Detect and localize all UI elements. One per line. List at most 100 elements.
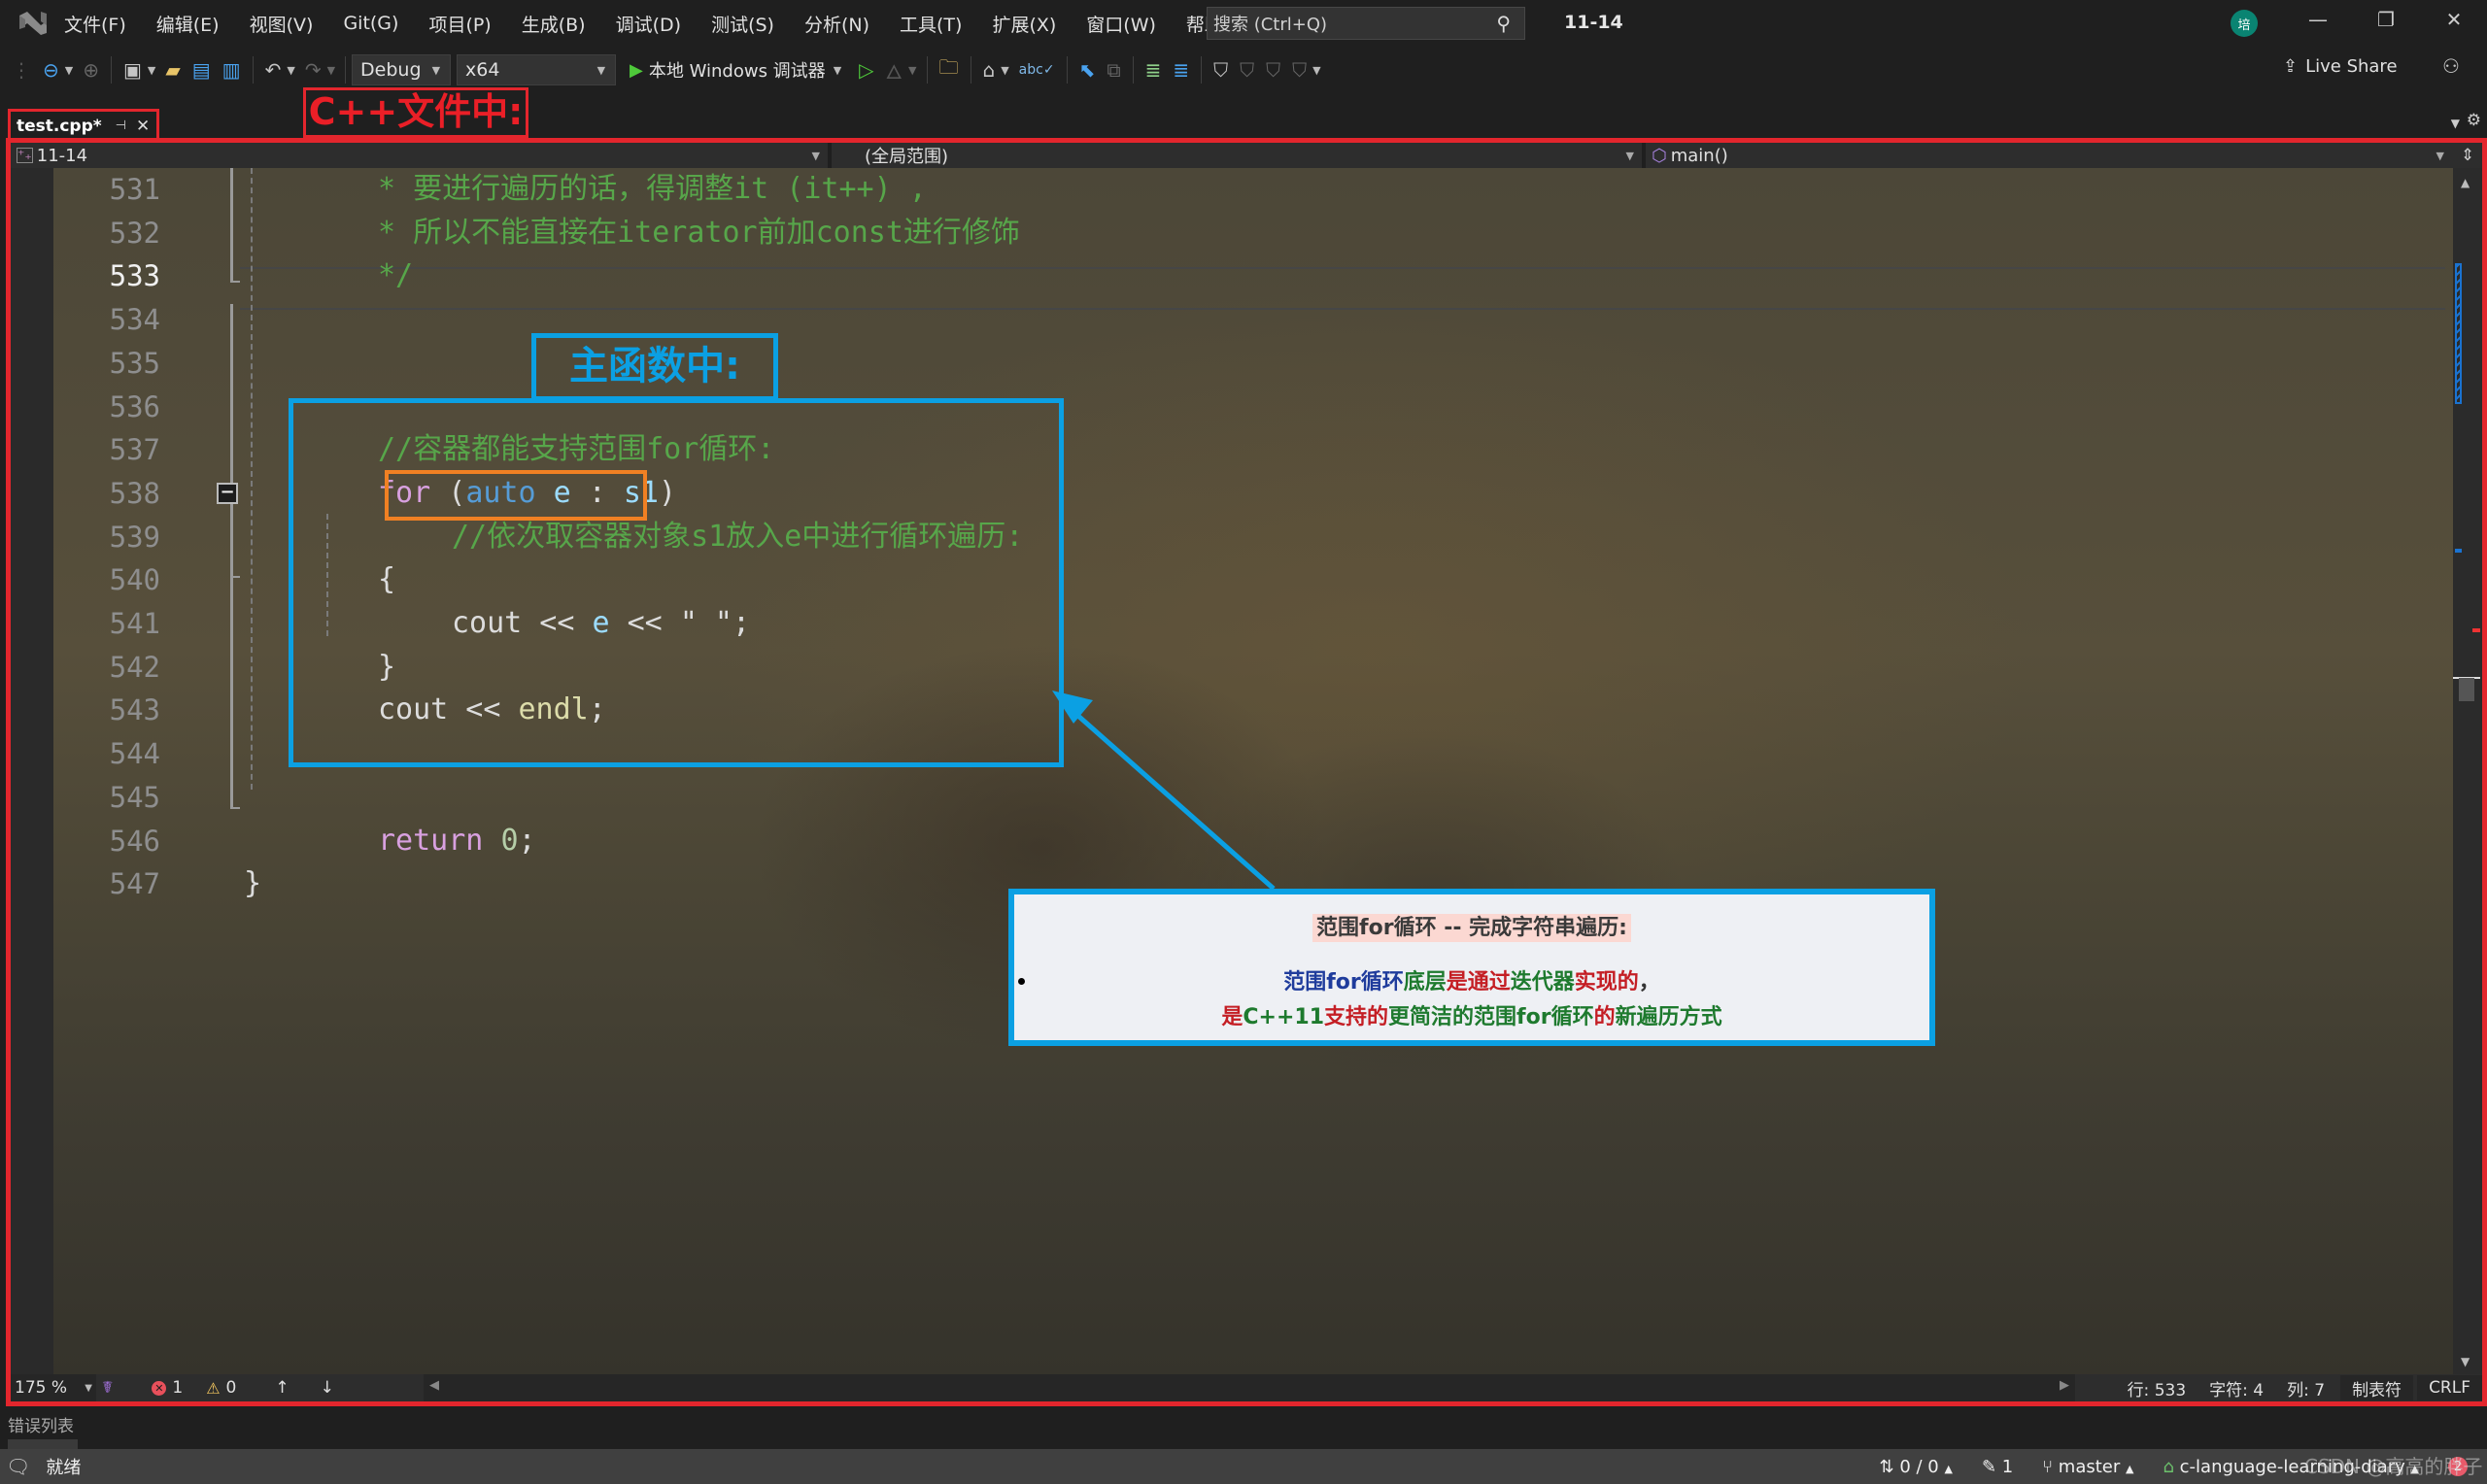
spell-check-icon[interactable]: abc✓	[1019, 62, 1055, 78]
run-label: 本地 Windows 调试器	[648, 61, 826, 82]
search-input[interactable]: 搜索 (Ctrl+Q) ⚲	[1207, 7, 1525, 40]
bookmark-icon[interactable]: ⛉	[1213, 58, 1228, 82]
line-indicator[interactable]: 行: 533	[2116, 1376, 2198, 1400]
live-share-button[interactable]: ⇪ Live Share	[2283, 56, 2398, 77]
scroll-down-icon[interactable]: ▼	[2461, 1355, 2470, 1368]
line-number: 537	[109, 433, 160, 467]
intellicode-icon[interactable]: ☤	[102, 1378, 113, 1398]
callout-segment: 更简洁的范围for循环	[1388, 1005, 1594, 1029]
pending-changes[interactable]: ✎ 1	[1982, 1457, 2013, 1477]
menu-extensions[interactable]: 扩展(X)	[992, 11, 1056, 37]
account-avatar[interactable]: 培	[2231, 10, 2258, 37]
code-editor[interactable]: 531 532 533 534 535 536 537 538 539 540 541 542 543 5…	[11, 168, 2453, 1374]
error-count[interactable]: ✕ 1	[152, 1378, 183, 1398]
visual-studio-logo-icon[interactable]	[16, 6, 51, 41]
tab-list-dropdown-icon[interactable]: ▼	[2451, 117, 2460, 130]
indent-mode[interactable]: 制表符	[2340, 1375, 2414, 1400]
scroll-thumb[interactable]	[2459, 678, 2474, 701]
comment-lines-icon[interactable]: ≣	[1145, 58, 1162, 82]
collapse-toggle-icon[interactable]: −	[217, 483, 238, 504]
hot-reload-icon[interactable]: 🜂	[886, 51, 903, 90]
clear-bookmarks-icon[interactable]: ⛉	[1292, 58, 1307, 82]
tab-test-cpp[interactable]: test.cpp* ⊣ ✕	[8, 109, 159, 140]
navigate-forward-icon[interactable]: ⊕	[83, 58, 99, 82]
back-dropdown-icon[interactable]: ▼	[65, 64, 73, 77]
navigate-back-icon[interactable]: ⊖	[43, 58, 59, 82]
overflow-icon[interactable]: ▼	[1001, 64, 1008, 77]
undo-icon[interactable]: ↶	[265, 58, 282, 82]
warning-count[interactable]: ⚠ 0	[206, 1378, 236, 1398]
member-dropdown[interactable]: ⬡ main() ▼	[1646, 143, 2452, 168]
platform-select[interactable]: x64 ▼	[457, 54, 617, 85]
sync-arrows-icon: ⇅	[1879, 1456, 1894, 1477]
tab-error-list[interactable]: 错误列表	[8, 1412, 74, 1436]
char-indicator[interactable]: 字符: 4	[2197, 1376, 2275, 1400]
play-icon: ▶	[630, 59, 643, 81]
platform-value: x64	[465, 59, 500, 81]
select-element-icon[interactable]: ⬉	[1079, 58, 1096, 82]
branch-selector[interactable]: ⑂ master ▲	[2042, 1457, 2133, 1477]
redo-dropdown-icon[interactable]: ▼	[327, 64, 335, 77]
column-indicator[interactable]: 列: 7	[2275, 1376, 2336, 1400]
menu-tools[interactable]: 工具(T)	[900, 11, 962, 37]
menu-view[interactable]: 视图(V)	[250, 11, 314, 37]
next-bookmark-icon[interactable]: ⛉	[1266, 58, 1280, 82]
open-folder-icon[interactable]: ▰	[165, 58, 180, 82]
split-window-icon[interactable]: ⇕	[2453, 143, 2482, 168]
menu-project[interactable]: 项目(P)	[428, 11, 491, 37]
next-issue-icon[interactable]: ↓	[321, 1378, 334, 1398]
scroll-right-icon[interactable]: ▶	[2060, 1378, 2069, 1393]
horizontal-scrollbar[interactable]: ◀ ▶	[424, 1374, 2075, 1401]
new-project-icon[interactable]: ▣	[123, 58, 142, 82]
line-number: 546	[109, 824, 160, 858]
share-icon: ⇪	[2283, 56, 2299, 77]
toggle-block-icon[interactable]: ⧉	[1107, 58, 1120, 82]
annotation-main-label: 主函数中:	[531, 333, 778, 401]
menu-git[interactable]: Git(G)	[343, 13, 398, 34]
menu-debug[interactable]: 调试(D)	[616, 11, 681, 37]
zoom-select[interactable]: 175 % ▼	[11, 1374, 96, 1401]
feedback-icon[interactable]: ⚇	[2442, 54, 2460, 78]
scroll-left-icon[interactable]: ◀	[429, 1378, 439, 1393]
sync-status[interactable]: ⇅ 0 / 0 ▲	[1880, 1457, 1953, 1477]
close-tab-icon[interactable]: ✕	[136, 117, 150, 136]
start-without-debugging-icon[interactable]: ▷	[859, 58, 873, 82]
new-dropdown-icon[interactable]: ▼	[148, 64, 155, 77]
minimize-icon[interactable]: —	[2299, 8, 2337, 31]
save-all-icon[interactable]: ▥	[222, 58, 241, 82]
menu-window[interactable]: 窗口(W)	[1086, 11, 1156, 37]
gear-icon[interactable]: ⚙	[2467, 111, 2481, 130]
close-window-icon[interactable]: ✕	[2435, 8, 2473, 31]
vertical-scrollbar[interactable]: ▲ ▼	[2453, 168, 2482, 1374]
start-debugging-button[interactable]: ▶ 本地 Windows 调试器 ▼	[630, 57, 845, 83]
restore-icon[interactable]: ❐	[2367, 8, 2405, 31]
redo-icon[interactable]: ↷	[305, 58, 322, 82]
previous-bookmark-icon[interactable]: ⛉	[1240, 58, 1254, 82]
save-icon[interactable]: ▤	[192, 58, 211, 82]
hot-reload-dropdown-icon[interactable]: ▼	[908, 64, 916, 77]
project-dropdown[interactable]: ⁺₊ 11-14 ▼	[11, 143, 832, 168]
undo-dropdown-icon[interactable]: ▼	[287, 64, 294, 77]
find-in-files-icon[interactable]: 🗀	[939, 53, 959, 86]
chevron-down-icon: ▼	[811, 149, 820, 162]
repository-icon: ⌂	[2163, 1456, 2174, 1477]
line-ending[interactable]: CRLF	[2417, 1375, 2482, 1400]
menu-edit[interactable]: 编辑(E)	[156, 11, 220, 37]
pin-icon[interactable]: ⊣	[116, 118, 126, 133]
toolbar-grip-icon[interactable]: ⋮	[12, 58, 31, 82]
previous-issue-icon[interactable]: ↑	[275, 1378, 289, 1398]
configuration-select[interactable]: Debug ▼	[352, 54, 452, 85]
solution-explorer-icon[interactable]: ⌂	[983, 58, 996, 82]
scope-dropdown[interactable]: (全局范围) ▼	[832, 143, 1646, 168]
menu-test[interactable]: 测试(S)	[711, 11, 774, 37]
toolbar-separator	[345, 56, 347, 84]
menu-file[interactable]: 文件(F)	[64, 11, 126, 37]
toolbar-overflow-icon[interactable]: ▼	[1312, 64, 1320, 77]
scroll-up-icon[interactable]: ▲	[2461, 176, 2470, 189]
notification-bubble-icon[interactable]: 🗨	[6, 1455, 30, 1478]
menu-build[interactable]: 生成(B)	[522, 11, 586, 37]
menu-analyze[interactable]: 分析(N)	[804, 11, 869, 37]
glyph-margin	[11, 168, 53, 1374]
annotation-range-for-highlight	[385, 470, 647, 521]
uncomment-lines-icon[interactable]: ≣	[1173, 58, 1189, 82]
